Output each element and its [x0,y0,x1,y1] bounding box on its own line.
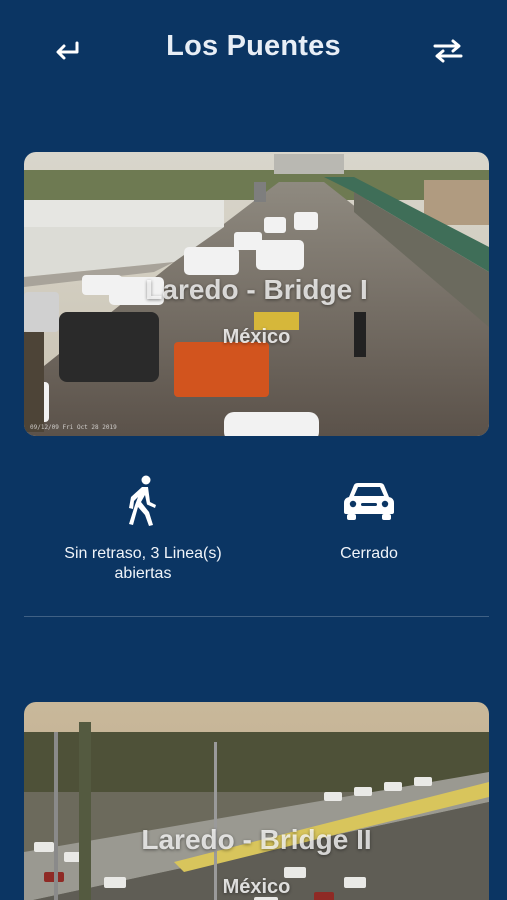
car-icon [344,483,394,520]
divider [24,616,489,617]
swap-icon [433,39,463,63]
pedestrian-status-text: Sin retraso, 3 Linea(s) abiertas [64,545,222,582]
swap-button[interactable] [426,32,470,70]
vehicle-status-text: Cerrado [340,545,398,562]
bridge-camera-image [24,702,489,900]
bridge-name: Laredo - Bridge II [141,824,372,855]
pedestrian-icon [129,475,156,526]
bridge-country: México [222,876,291,898]
bridge-card-2[interactable]: Laredo - Bridge II México [24,702,489,900]
bridge-country: México [222,326,291,348]
app-bar: Los Puentes [0,0,507,100]
bridge-card-1[interactable]: Laredo - Bridge I México 09/12/09 Fri Oc… [24,152,489,436]
camera-timestamp: 09/12/09 Fri Oct 28 2019 [30,424,117,431]
bridge-name: Laredo - Bridge I [145,274,368,305]
vehicle-status: Cerrado [269,472,469,564]
pedestrian-status: Sin retraso, 3 Linea(s) abiertas [43,472,243,584]
